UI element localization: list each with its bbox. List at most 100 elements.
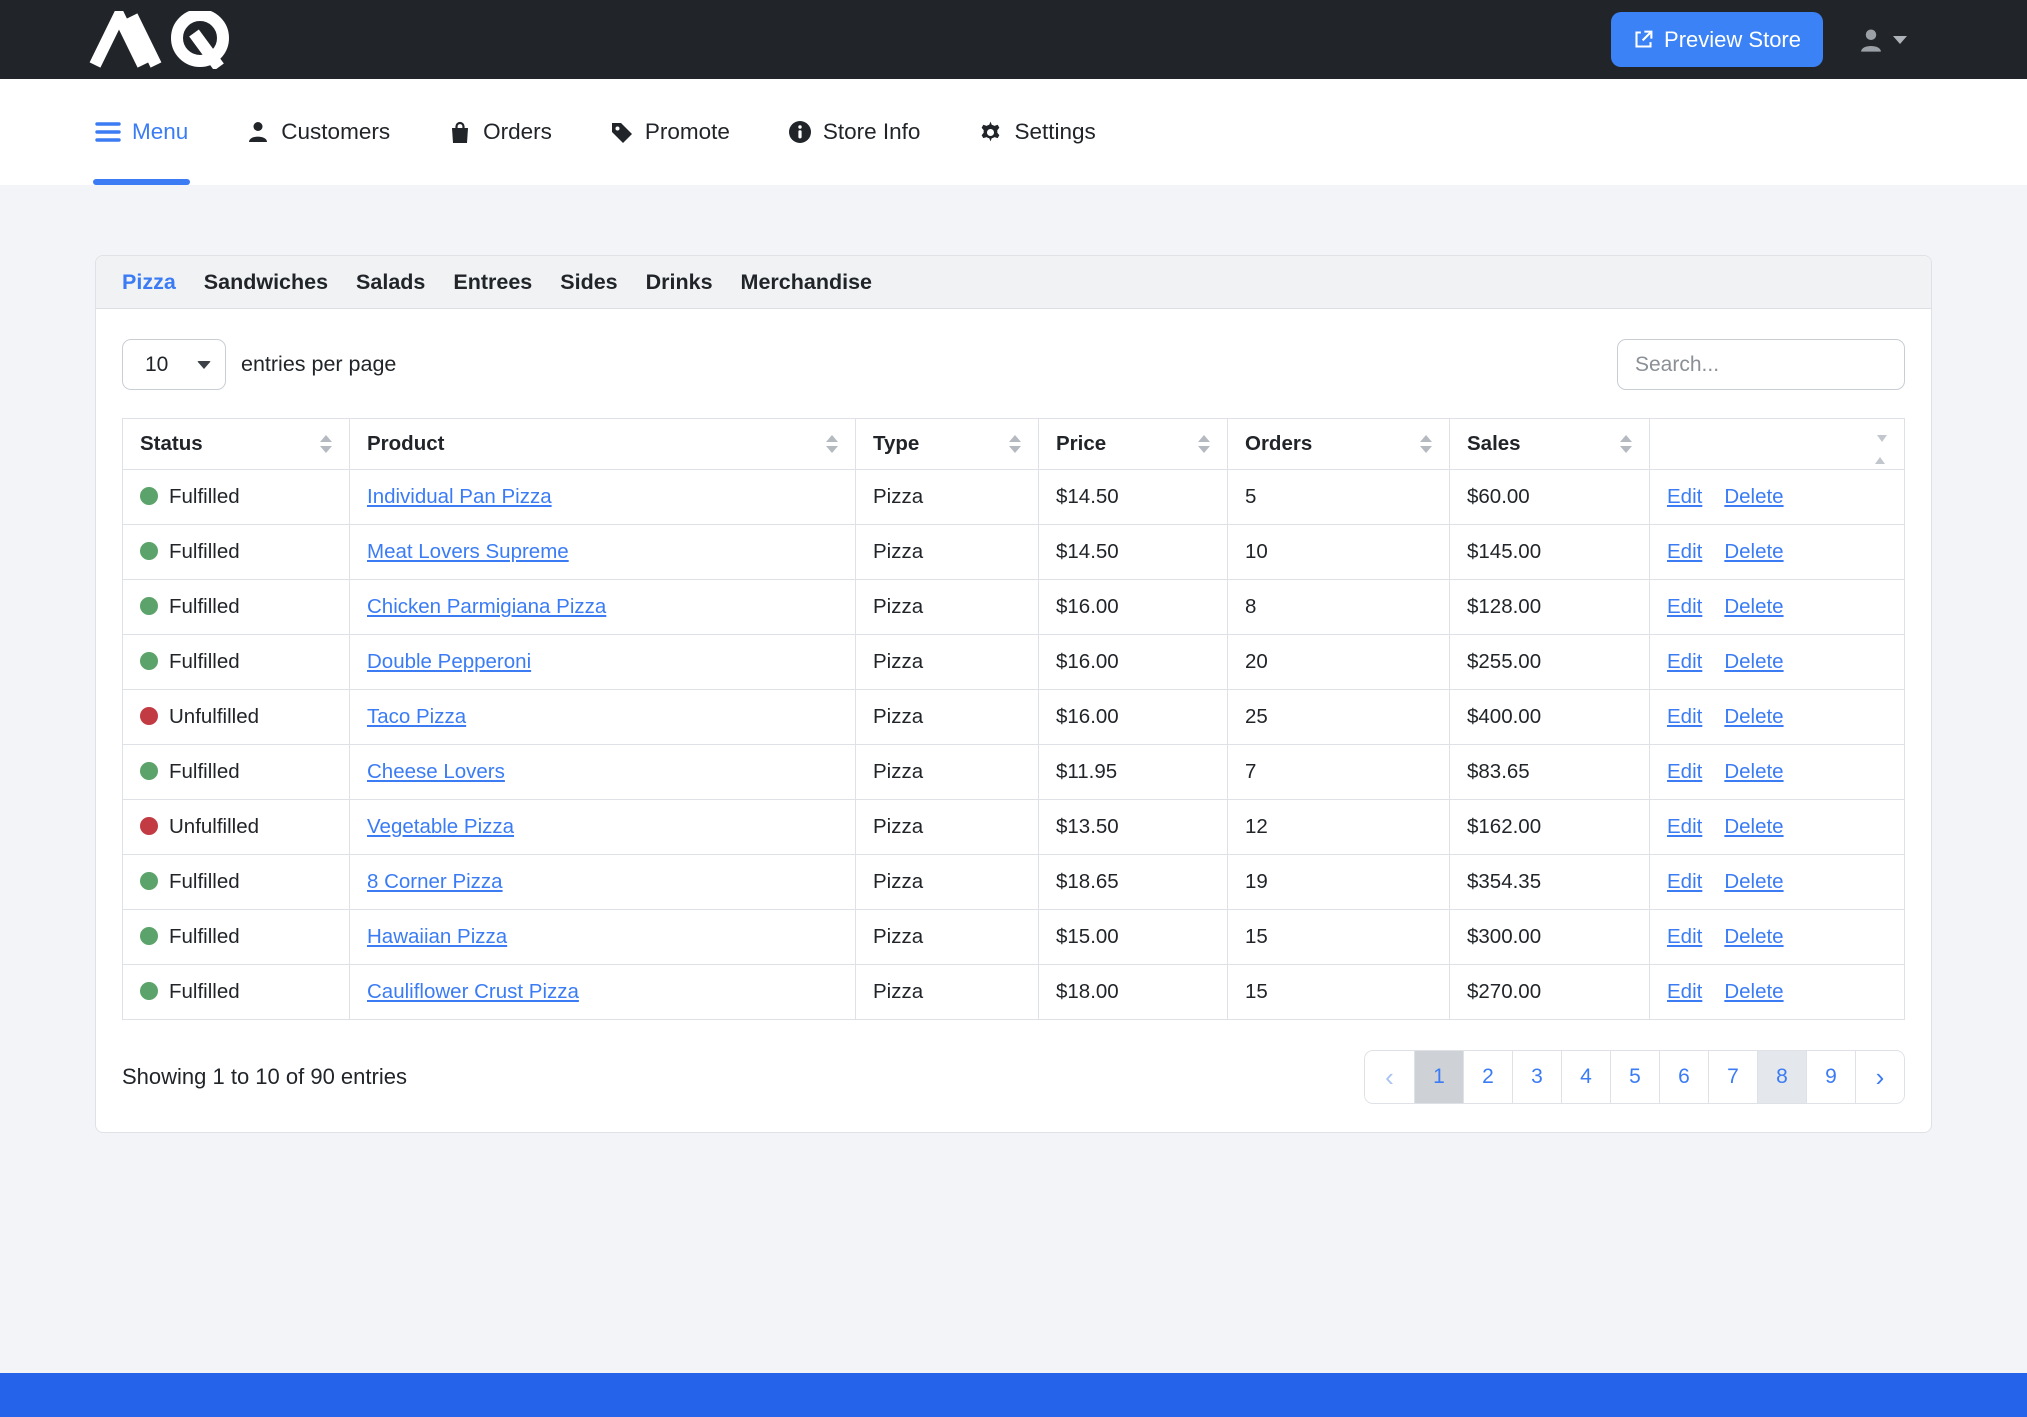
edit-link[interactable]: Edit <box>1667 540 1702 563</box>
column-header-product[interactable]: Product <box>350 419 856 470</box>
sales-cell: $60.00 <box>1450 470 1650 525</box>
price-cell: $18.65 <box>1039 855 1228 910</box>
product-link[interactable]: Vegetable Pizza <box>367 815 514 838</box>
column-header-actions[interactable] <box>1650 419 1905 470</box>
entries-per-page-select[interactable]: 10 <box>122 339 226 390</box>
edit-link[interactable]: Edit <box>1667 815 1702 838</box>
edit-link[interactable]: Edit <box>1667 595 1702 618</box>
sales-cell: $255.00 <box>1450 635 1650 690</box>
pagination-prev-button[interactable]: ‹ <box>1365 1051 1414 1103</box>
column-header-status[interactable]: Status <box>123 419 350 470</box>
nav-label: Menu <box>132 119 188 145</box>
entries-summary: Showing 1 to 10 of 90 entries <box>122 1064 407 1090</box>
delete-link[interactable]: Delete <box>1724 870 1783 893</box>
nav-item-menu[interactable]: Menu <box>95 79 188 185</box>
column-header-type[interactable]: Type <box>856 419 1039 470</box>
category-tab[interactable]: Sandwiches <box>204 270 328 295</box>
product-link[interactable]: Taco Pizza <box>367 705 466 728</box>
pagination-page-button[interactable]: 3 <box>1512 1051 1561 1103</box>
actions-cell: Edit Delete <box>1650 910 1905 965</box>
product-link[interactable]: Chicken Parmigiana Pizza <box>367 595 606 618</box>
actions-cell: Edit Delete <box>1650 470 1905 525</box>
delete-link[interactable]: Delete <box>1724 705 1783 728</box>
product-link[interactable]: Cauliflower Crust Pizza <box>367 980 579 1003</box>
table-row: Fulfilled Cauliflower Crust Pizza Pizza … <box>123 965 1905 1020</box>
pagination-page-button[interactable]: 9 <box>1806 1051 1855 1103</box>
pagination-page-button[interactable]: 5 <box>1610 1051 1659 1103</box>
product-link[interactable]: Individual Pan Pizza <box>367 485 552 508</box>
pagination-page-button[interactable]: 6 <box>1659 1051 1708 1103</box>
table-row: Fulfilled Chicken Parmigiana Pizza Pizza… <box>123 580 1905 635</box>
product-link[interactable]: 8 Corner Pizza <box>367 870 503 893</box>
pagination-page-button[interactable]: 2 <box>1463 1051 1512 1103</box>
category-tab[interactable]: Entrees <box>453 270 532 295</box>
delete-link[interactable]: Delete <box>1724 980 1783 1003</box>
nav-item-settings[interactable]: Settings <box>978 79 1095 185</box>
product-cell: Cheese Lovers <box>350 745 856 800</box>
nav-item-store-info[interactable]: Store Info <box>788 79 921 185</box>
pagination-page-button[interactable]: 4 <box>1561 1051 1610 1103</box>
edit-link[interactable]: Edit <box>1667 760 1702 783</box>
type-cell: Pizza <box>856 470 1039 525</box>
edit-link[interactable]: Edit <box>1667 925 1702 948</box>
column-header-sales[interactable]: Sales <box>1450 419 1650 470</box>
status-dot-icon <box>140 927 158 945</box>
column-header-orders[interactable]: Orders <box>1228 419 1450 470</box>
type-cell: Pizza <box>856 580 1039 635</box>
pagination-next-button[interactable]: › <box>1855 1051 1904 1103</box>
delete-link[interactable]: Delete <box>1724 760 1783 783</box>
nav-label: Store Info <box>823 119 921 145</box>
delete-link[interactable]: Delete <box>1724 540 1783 563</box>
card-body: 10 entries per page Status Product Type … <box>96 309 1931 1132</box>
sales-cell: $300.00 <box>1450 910 1650 965</box>
status-cell: Fulfilled <box>123 635 350 690</box>
edit-link[interactable]: Edit <box>1667 650 1702 673</box>
pagination-page-button[interactable]: 8 <box>1757 1051 1806 1103</box>
edit-link[interactable]: Edit <box>1667 485 1702 508</box>
sort-icon[interactable] <box>826 435 838 453</box>
delete-link[interactable]: Delete <box>1724 925 1783 948</box>
product-link[interactable]: Hawaiian Pizza <box>367 925 507 948</box>
sort-icon[interactable] <box>1198 435 1210 453</box>
chevron-down-icon <box>1893 36 1907 44</box>
nav-item-customers[interactable]: Customers <box>246 79 390 185</box>
edit-link[interactable]: Edit <box>1667 705 1702 728</box>
pagination-page-button[interactable]: 1 <box>1414 1051 1463 1103</box>
orders-cell: 8 <box>1228 580 1450 635</box>
category-tab[interactable]: Drinks <box>646 270 713 295</box>
product-link[interactable]: Meat Lovers Supreme <box>367 540 569 563</box>
delete-link[interactable]: Delete <box>1724 815 1783 838</box>
table-row: Unfulfilled Taco Pizza Pizza $16.00 25 $… <box>123 690 1905 745</box>
delete-link[interactable]: Delete <box>1724 650 1783 673</box>
product-link[interactable]: Double Pepperoni <box>367 650 531 673</box>
orders-cell: 12 <box>1228 800 1450 855</box>
preview-store-button[interactable]: Preview Store <box>1611 12 1823 67</box>
category-tab[interactable]: Merchandise <box>741 270 872 295</box>
product-link[interactable]: Cheese Lovers <box>367 760 505 783</box>
table-row: Fulfilled 8 Corner Pizza Pizza $18.65 19… <box>123 855 1905 910</box>
category-tab[interactable]: Sides <box>560 270 617 295</box>
pagination-page-button[interactable]: 7 <box>1708 1051 1757 1103</box>
nav-item-orders[interactable]: Orders <box>448 79 552 185</box>
sort-icon[interactable] <box>1009 435 1021 453</box>
user-menu[interactable] <box>1857 26 1907 54</box>
table-header-row: Status Product Type Price Orders Sales <box>123 419 1905 470</box>
table-row: Unfulfilled Vegetable Pizza Pizza $13.50… <box>123 800 1905 855</box>
delete-link[interactable]: Delete <box>1724 595 1783 618</box>
status-dot-icon <box>140 707 158 725</box>
sales-cell: $270.00 <box>1450 965 1650 1020</box>
hamburger-icon <box>95 121 121 143</box>
delete-link[interactable]: Delete <box>1724 485 1783 508</box>
type-cell: Pizza <box>856 965 1039 1020</box>
sort-icon[interactable] <box>320 435 332 453</box>
column-header-price[interactable]: Price <box>1039 419 1228 470</box>
category-tab[interactable]: Pizza <box>122 270 176 295</box>
sort-icon[interactable] <box>1667 435 1887 464</box>
sort-icon[interactable] <box>1420 435 1432 453</box>
edit-link[interactable]: Edit <box>1667 870 1702 893</box>
sort-icon[interactable] <box>1620 435 1632 453</box>
edit-link[interactable]: Edit <box>1667 980 1702 1003</box>
search-input[interactable] <box>1617 339 1905 390</box>
category-tab[interactable]: Salads <box>356 270 425 295</box>
nav-item-promote[interactable]: Promote <box>610 79 730 185</box>
